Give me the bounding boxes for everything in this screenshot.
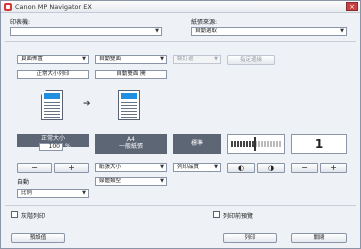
paper-size-dropdown[interactable]: 紙張大小 ▼ bbox=[95, 163, 167, 172]
output-page-icon bbox=[118, 90, 140, 120]
app-icon bbox=[4, 3, 12, 11]
grayscale-checkbox[interactable] bbox=[11, 211, 18, 218]
mode-auto-duplex: 自動雙面 開 bbox=[95, 70, 167, 79]
close-button[interactable]: 關閉 bbox=[291, 233, 347, 243]
intensity-step bbox=[267, 141, 269, 147]
intensity-step bbox=[261, 141, 263, 147]
paper-type-value: 一般紙張 bbox=[118, 143, 143, 150]
intensity-lighter-button[interactable]: ◐ bbox=[227, 163, 255, 173]
paper-source-dropdown[interactable]: 自動選取 ▼ bbox=[191, 27, 347, 36]
binding-dropdown[interactable]: 裝訂邊 ▼ bbox=[173, 55, 221, 64]
page-layout-dropdown[interactable]: 頁面佈置 ▼ bbox=[17, 55, 89, 64]
media-type-label: 媒體類型 bbox=[99, 178, 122, 184]
intensity-step bbox=[273, 141, 275, 147]
size-title: 正常大小 bbox=[40, 135, 65, 142]
defaults-button[interactable]: 預設值 bbox=[11, 233, 65, 243]
intensity-step bbox=[234, 141, 236, 147]
intensity-scale bbox=[231, 137, 281, 151]
half-circle-light-icon: ◐ bbox=[237, 164, 245, 172]
intensity-step bbox=[276, 141, 278, 147]
divider bbox=[5, 205, 356, 206]
intensity-step bbox=[270, 141, 272, 147]
close-window-button[interactable]: × bbox=[346, 2, 358, 11]
paper-source-value: 自動選取 bbox=[195, 28, 218, 34]
quality-value: 標準 bbox=[190, 140, 203, 147]
specify-margin-button[interactable]: 指定邊緣 bbox=[227, 55, 275, 65]
media-type-dropdown[interactable]: 媒體類型 ▼ bbox=[95, 177, 167, 186]
intensity-step bbox=[264, 141, 266, 147]
print-button[interactable]: 列印 bbox=[223, 233, 277, 243]
chevron-down-icon: ▼ bbox=[155, 28, 159, 34]
chevron-down-icon: ▼ bbox=[214, 56, 218, 62]
chevron-down-icon: ▼ bbox=[340, 28, 344, 34]
quality-panel: 標準 bbox=[173, 134, 221, 154]
chevron-down-icon: ▼ bbox=[160, 56, 164, 62]
intensity-slider[interactable] bbox=[227, 134, 285, 154]
printer-dropdown[interactable]: ▼ bbox=[10, 27, 162, 36]
percent-unit: % bbox=[65, 143, 71, 150]
source-page-icon bbox=[41, 90, 63, 120]
print-dialog-window: Canon MP Navigator EX × 印表機: ▼ 紙張來源: 自動選… bbox=[0, 0, 361, 249]
grayscale-label: 灰階列印 bbox=[21, 213, 46, 220]
half-circle-dark-icon: ◑ bbox=[267, 164, 275, 172]
intensity-step bbox=[258, 141, 260, 147]
intensity-step bbox=[249, 141, 251, 147]
printer-label: 印表機: bbox=[10, 19, 31, 26]
copies-increase-button[interactable]: + bbox=[320, 163, 347, 173]
duplex-dropdown[interactable]: 自動雙面 ▼ bbox=[95, 55, 167, 64]
intensity-step bbox=[231, 141, 233, 147]
page-layout-value: 頁面佈置 bbox=[21, 56, 44, 62]
arrow-right-icon: ➔ bbox=[83, 99, 91, 109]
intensity-darker-button[interactable]: ◑ bbox=[257, 163, 285, 173]
chevron-down-icon: ▼ bbox=[160, 178, 164, 184]
binding-value: 裝訂邊 bbox=[177, 56, 194, 62]
intensity-step bbox=[246, 141, 248, 147]
paper-source-label: 紙張來源: bbox=[191, 19, 218, 26]
divider bbox=[5, 41, 356, 42]
chevron-down-icon: ▼ bbox=[160, 164, 164, 170]
intensity-step bbox=[243, 141, 245, 147]
intensity-step bbox=[279, 141, 281, 147]
copies-input[interactable]: 1 bbox=[291, 134, 347, 154]
size-decrease-button[interactable]: − bbox=[17, 163, 52, 173]
intensity-step bbox=[237, 141, 239, 147]
print-quality-dropdown[interactable]: 列印品質 ▼ bbox=[173, 163, 221, 172]
size-increase-button[interactable]: + bbox=[54, 163, 89, 173]
title-bar: Canon MP Navigator EX × bbox=[1, 1, 360, 13]
duplex-value: 自動雙面 bbox=[99, 56, 122, 62]
intensity-step bbox=[252, 141, 254, 147]
paper-size-label: 紙張大小 bbox=[99, 164, 122, 170]
slider-handle[interactable] bbox=[254, 137, 256, 151]
paper-size-value: A4 bbox=[127, 136, 135, 143]
print-quality-label: 列印品質 bbox=[177, 164, 200, 170]
auto-label: 自動 bbox=[17, 179, 30, 186]
chevron-down-icon: ▼ bbox=[82, 190, 86, 196]
preview-checkbox[interactable] bbox=[213, 211, 220, 218]
paper-panel: A4 一般紙張 bbox=[95, 134, 167, 154]
window-title: Canon MP Navigator EX bbox=[15, 3, 92, 11]
chevron-down-icon: ▼ bbox=[82, 56, 86, 62]
percent-input[interactable]: 100 bbox=[39, 143, 63, 151]
mode-normal-size: 正常大小列印 bbox=[17, 70, 89, 79]
ratio-dropdown[interactable]: 比例 ▼ bbox=[17, 189, 89, 198]
intensity-step bbox=[240, 141, 242, 147]
ratio-value: 比例 bbox=[21, 190, 33, 196]
preview-label: 列印前預覽 bbox=[223, 213, 254, 220]
chevron-down-icon: ▼ bbox=[214, 164, 218, 170]
copies-decrease-button[interactable]: − bbox=[291, 163, 318, 173]
